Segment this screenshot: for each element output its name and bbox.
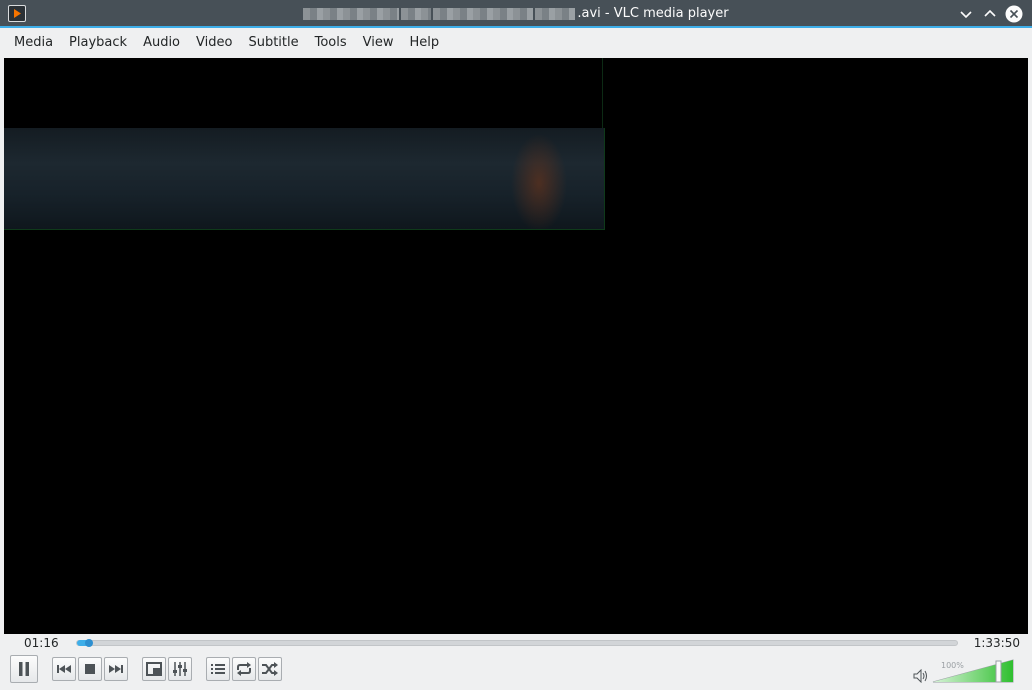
chevron-down-icon[interactable]	[956, 4, 976, 24]
fullscreen-button[interactable]	[142, 657, 166, 681]
extended-settings-button[interactable]	[168, 657, 192, 681]
menu-subtitle[interactable]: Subtitle	[240, 28, 306, 58]
menu-tools[interactable]: Tools	[307, 28, 355, 58]
next-icon	[109, 665, 123, 673]
volume-percent: 100%	[941, 661, 964, 670]
seek-handle[interactable]	[84, 639, 93, 647]
stop-button[interactable]	[78, 657, 102, 681]
chevron-up-icon[interactable]	[980, 4, 1000, 24]
elapsed-time: 01:16	[24, 636, 59, 650]
volume-handle[interactable]	[995, 660, 1002, 683]
pause-button[interactable]	[10, 655, 38, 683]
menu-view[interactable]: View	[355, 28, 402, 58]
menu-playback[interactable]: Playback	[61, 28, 135, 58]
playlist-icon	[211, 664, 225, 674]
menu-video[interactable]: Video	[188, 28, 240, 58]
menu-media[interactable]: Media	[6, 28, 61, 58]
menu-help[interactable]: Help	[402, 28, 448, 58]
stop-icon	[85, 664, 95, 674]
pause-icon	[19, 662, 29, 676]
window-title-text: .avi - VLC media player	[577, 6, 729, 21]
seek-bar[interactable]	[76, 639, 958, 647]
redacted-filename	[401, 7, 432, 20]
video-frame	[4, 128, 605, 230]
loop-icon	[237, 662, 251, 676]
menu-audio[interactable]: Audio	[135, 28, 188, 58]
fullscreen-icon	[146, 662, 162, 676]
close-icon[interactable]	[1004, 4, 1024, 24]
redacted-filename	[433, 7, 534, 20]
redacted-filename	[303, 7, 400, 20]
previous-icon	[57, 665, 71, 673]
playlist-button[interactable]	[206, 657, 230, 681]
window-title: .avi - VLC media player	[0, 0, 1032, 27]
video-area[interactable]	[4, 58, 1028, 634]
previous-button[interactable]	[52, 657, 76, 681]
extended-settings-icon	[173, 662, 187, 676]
volume-icon[interactable]	[913, 669, 929, 683]
title-bar: .avi - VLC media player	[0, 0, 1032, 28]
loop-button[interactable]	[232, 657, 256, 681]
shuffle-icon	[262, 662, 278, 676]
total-time[interactable]: 1:33:50	[974, 635, 1020, 651]
menu-bar: Media Playback Audio Video Subtitle Tool…	[0, 28, 1032, 58]
next-button[interactable]	[104, 657, 128, 681]
video-frame-edge	[602, 58, 603, 128]
shuffle-button[interactable]	[258, 657, 282, 681]
redacted-filename	[535, 7, 576, 20]
